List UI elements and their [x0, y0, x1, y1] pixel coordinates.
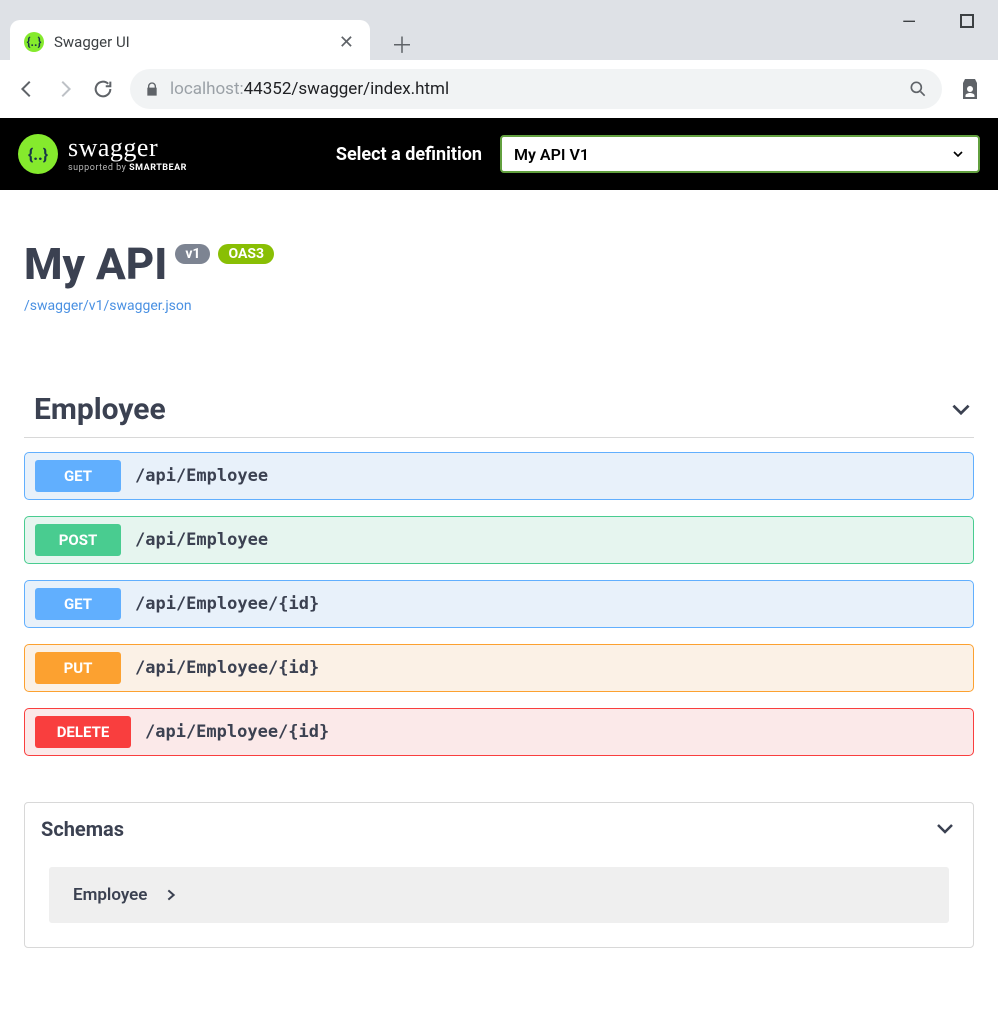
- maximize-icon[interactable]: [960, 12, 974, 33]
- new-tab-button[interactable]: ＋: [384, 26, 420, 62]
- oas-badge: OAS3: [218, 244, 274, 264]
- http-method-badge: DELETE: [35, 716, 131, 748]
- schemas-title: Schemas: [41, 817, 124, 841]
- http-method-badge: PUT: [35, 652, 121, 684]
- chevron-down-icon: [948, 397, 974, 423]
- swagger-logo-icon: {..}: [18, 134, 58, 174]
- version-badge: v1: [175, 244, 210, 264]
- definition-select[interactable]: My API V1: [500, 135, 980, 173]
- address-bar[interactable]: localhost:44352/swagger/index.html: [130, 69, 942, 109]
- operation-path: /api/Employee: [135, 530, 268, 550]
- profile-icon[interactable]: [958, 77, 982, 101]
- operation-row[interactable]: GET /api/Employee: [24, 452, 974, 500]
- reload-button[interactable]: [92, 78, 114, 100]
- chevron-right-icon: [163, 887, 179, 903]
- swagger-favicon-icon: {..}: [24, 32, 44, 52]
- minimize-icon[interactable]: —: [902, 12, 916, 33]
- url-host: localhost:: [170, 79, 244, 99]
- operation-list: GET /api/Employee POST /api/Employee GET…: [24, 452, 974, 756]
- schemas-section: Schemas Employee: [24, 802, 974, 948]
- operation-row[interactable]: PUT /api/Employee/{id}: [24, 644, 974, 692]
- swagger-brand[interactable]: {..} swagger supported by SMARTBEAR: [18, 134, 187, 174]
- window-controls: —: [902, 12, 974, 33]
- schema-item[interactable]: Employee: [49, 867, 949, 923]
- operation-path: /api/Employee/{id}: [135, 594, 319, 614]
- brand-text: swagger supported by SMARTBEAR: [68, 135, 187, 173]
- http-method-badge: POST: [35, 524, 121, 556]
- toolbar-right: [958, 77, 982, 101]
- api-header: My API v1 OAS3: [24, 238, 974, 290]
- brand-subtitle: supported by SMARTBEAR: [68, 164, 187, 173]
- back-button[interactable]: [16, 78, 38, 100]
- brand-wordmark: swagger: [68, 135, 187, 161]
- operation-path: /api/Employee/{id}: [135, 658, 319, 678]
- tag-header[interactable]: Employee: [24, 392, 974, 438]
- operation-path: /api/Employee: [135, 466, 268, 486]
- operation-row[interactable]: POST /api/Employee: [24, 516, 974, 564]
- lock-icon: [144, 81, 160, 97]
- swagger-topbar: {..} swagger supported by SMARTBEAR Sele…: [0, 118, 998, 190]
- tab-title: Swagger UI: [54, 33, 323, 51]
- url-text: localhost:44352/swagger/index.html: [170, 79, 449, 99]
- chevron-down-icon: [950, 146, 966, 162]
- operation-row[interactable]: GET /api/Employee/{id}: [24, 580, 974, 628]
- forward-button[interactable]: [54, 78, 76, 100]
- tag-name: Employee: [24, 392, 166, 427]
- schemas-header[interactable]: Schemas: [25, 803, 973, 855]
- browser-chrome: {..} Swagger UI ✕ ＋ — localhost:44352/sw…: [0, 0, 998, 118]
- close-tab-button[interactable]: ✕: [333, 32, 360, 53]
- operation-row[interactable]: DELETE /api/Employee/{id}: [24, 708, 974, 756]
- schema-name: Employee: [73, 885, 147, 905]
- url-path: 44352/swagger/index.html: [244, 79, 449, 99]
- address-bar-row: localhost:44352/swagger/index.html: [0, 60, 998, 118]
- http-method-badge: GET: [35, 588, 121, 620]
- chevron-down-icon: [933, 817, 957, 841]
- browser-tab[interactable]: {..} Swagger UI ✕: [10, 20, 370, 64]
- spec-link[interactable]: /swagger/v1/swagger.json: [24, 298, 192, 314]
- operation-path: /api/Employee/{id}: [145, 722, 329, 742]
- tab-bar: {..} Swagger UI ✕ ＋ —: [0, 0, 998, 60]
- search-in-page-icon[interactable]: [908, 79, 928, 99]
- selected-definition: My API V1: [514, 145, 589, 164]
- api-title: My API: [24, 238, 167, 290]
- definition-select-label: Select a definition: [336, 144, 482, 165]
- http-method-badge: GET: [35, 460, 121, 492]
- main-content: My API v1 OAS3 /swagger/v1/swagger.json …: [0, 190, 998, 972]
